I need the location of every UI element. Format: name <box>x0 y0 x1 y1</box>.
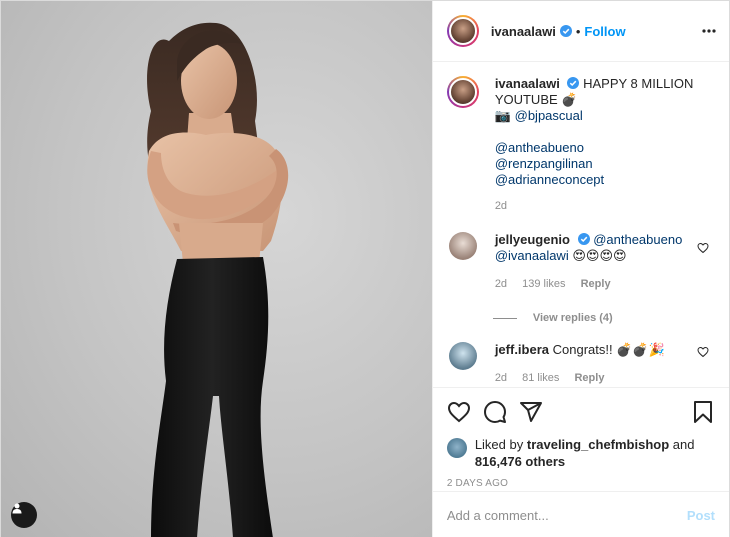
comment-time[interactable]: 2d <box>495 372 507 384</box>
comment-emojis: 😍😍😍😍 <box>572 248 627 263</box>
comment-text: jeff.ibera Congrats!! 💣💣🎉 2d 81 likes Re… <box>495 342 695 386</box>
heart-icon[interactable] <box>697 346 709 358</box>
liker-username[interactable]: traveling_chefmbishop <box>527 437 669 452</box>
caption-meta: 2d <box>495 198 695 214</box>
comment-icon[interactable] <box>483 400 507 424</box>
avatar[interactable] <box>448 232 477 260</box>
post-date[interactable]: 2 DAYS AGO <box>447 478 715 489</box>
bookmark-icon[interactable] <box>691 400 715 424</box>
comment-likes[interactable]: 81 likes <box>522 372 559 384</box>
action-icons <box>447 400 715 424</box>
more-options-icon[interactable] <box>701 23 717 39</box>
caption-avatar[interactable] <box>446 76 479 108</box>
view-replies-button[interactable]: View replies (4) <box>492 312 715 324</box>
follow-button[interactable]: Follow <box>584 24 625 39</box>
likes-prefix: Liked by <box>474 437 524 452</box>
mention-link[interactable]: @antheabueno <box>495 140 584 155</box>
camera-emoji: 📷 <box>494 108 511 123</box>
heart-icon[interactable] <box>447 400 471 424</box>
mention-link[interactable]: @antheabueno <box>593 232 682 247</box>
post-sidebar: ivanaalawi • Follow ivanaalawi HAPPY 8 M… <box>431 1 729 537</box>
caption: ivanaalawi HAPPY 8 MILLION YOUTUBE 💣 📷 @… <box>446 76 715 214</box>
likes-count[interactable]: 816,476 others <box>475 454 565 469</box>
likes-summary: Liked by traveling_chefmbishop and 816,4… <box>446 436 715 470</box>
comment-text: jellyeugenio @antheabueno @ivanaalawi 😍😍… <box>495 232 695 292</box>
heart-icon[interactable] <box>697 242 709 254</box>
comment-meta: 2d 81 likes Reply <box>495 370 695 386</box>
verified-badge-icon <box>567 77 580 89</box>
reply-button[interactable]: Reply <box>574 372 604 384</box>
mention-link[interactable]: @adrianneconcept <box>495 172 604 187</box>
likes-and: and <box>672 437 695 452</box>
comment-input[interactable] <box>446 507 687 523</box>
separator-dot: • <box>575 23 581 39</box>
reply-button[interactable]: Reply <box>581 278 611 290</box>
view-replies-label[interactable]: View replies (4) <box>533 312 613 324</box>
comment-meta: 2d 139 likes Reply <box>495 276 695 292</box>
likes-text: Liked by traveling_chefmbishop and 816,4… <box>475 436 695 470</box>
avatar[interactable] <box>446 15 479 47</box>
comment-form: Post <box>432 491 729 537</box>
post-comment-button[interactable]: Post <box>687 508 715 523</box>
caption-time[interactable]: 2d <box>495 200 507 212</box>
header-username[interactable]: ivanaalawi <box>491 24 556 39</box>
verified-badge-icon <box>559 25 572 37</box>
divider <box>492 317 517 319</box>
post-photo[interactable] <box>1 1 432 537</box>
post-actions: Liked by traveling_chefmbishop and 816,4… <box>432 387 729 489</box>
mention-photographer[interactable]: @bjpascual <box>515 108 583 123</box>
liker-avatar[interactable] <box>446 438 467 458</box>
comments-list[interactable]: ivanaalawi HAPPY 8 MILLION YOUTUBE 💣 📷 @… <box>433 62 729 387</box>
caption-username[interactable]: ivanaalawi <box>495 76 560 91</box>
comment-body: Congrats!! 💣💣🎉 <box>552 342 665 357</box>
post-header: ivanaalawi • Follow <box>432 1 729 62</box>
comment-username[interactable]: jeff.ibera <box>495 342 549 357</box>
share-icon[interactable] <box>519 400 543 424</box>
comment-username[interactable]: jellyeugenio <box>495 232 570 247</box>
comment-item: jeff.ibera Congrats!! 💣💣🎉 2d 81 likes Re… <box>447 342 715 386</box>
verified-badge-icon <box>577 233 590 245</box>
avatar[interactable] <box>448 342 477 370</box>
comment-item: jellyeugenio @antheabueno @ivanaalawi 😍😍… <box>447 232 715 292</box>
comment-time[interactable]: 2d <box>495 278 507 290</box>
photo-illustration <box>147 22 289 537</box>
caption-text: ivanaalawi HAPPY 8 MILLION YOUTUBE 💣 📷 @… <box>495 76 695 214</box>
mention-link[interactable]: @ivanaalawi <box>495 248 569 263</box>
comment-likes[interactable]: 139 likes <box>522 278 565 290</box>
mention-link[interactable]: @renzpangilinan <box>495 156 593 171</box>
user-tag-icon[interactable] <box>11 502 37 528</box>
instagram-post: ivanaalawi • Follow ivanaalawi HAPPY 8 M… <box>0 0 730 537</box>
